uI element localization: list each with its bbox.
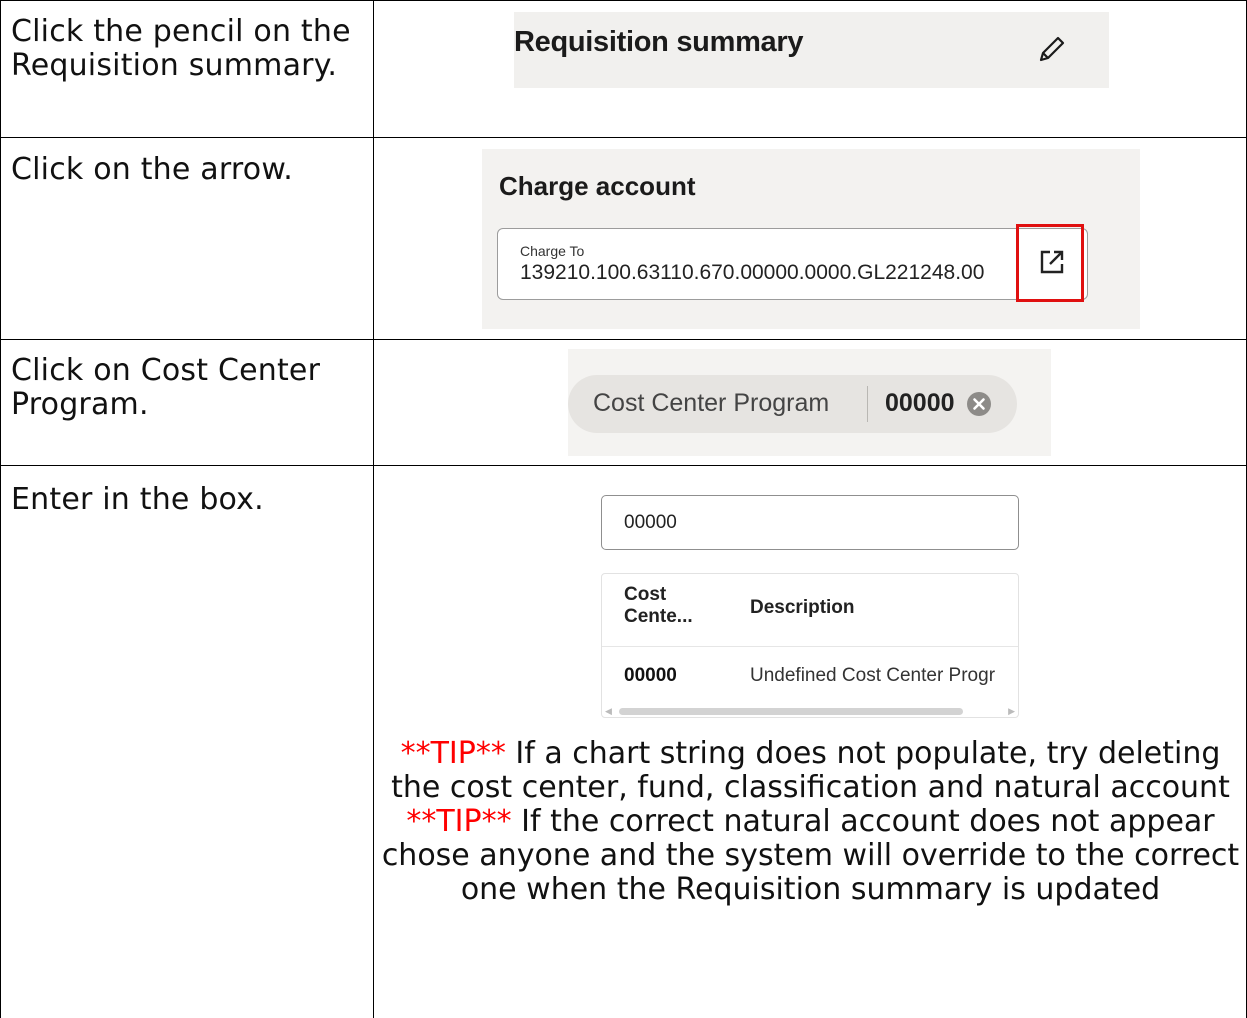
tip-1: **TIP** If a chart string does not popul… — [374, 737, 1247, 805]
cost-center-program-chip[interactable]: Cost Center Program 00000 — [568, 375, 1017, 433]
charge-to-field[interactable]: Charge To 139210.100.63110.670.00000.000… — [497, 228, 1088, 300]
tip-marker: **TIP** — [406, 804, 512, 839]
row-divider — [0, 465, 1247, 466]
scroll-left-icon[interactable]: ◀ — [605, 706, 612, 717]
chip-separator — [867, 386, 868, 422]
charge-to-value: 139210.100.63110.670.00000.0000.GL221248… — [520, 261, 985, 284]
result-description-cell[interactable]: Undefined Cost Center Progr — [750, 665, 995, 687]
chip-value: 00000 — [885, 389, 955, 417]
table-border-left — [0, 0, 1, 1018]
external-link-icon[interactable] — [1038, 248, 1066, 276]
header-divider — [602, 646, 1018, 647]
clear-icon[interactable] — [966, 391, 992, 417]
column-header-cost-center[interactable]: Cost Cente... — [624, 584, 714, 628]
tip-marker: **TIP** — [400, 736, 506, 771]
tips-block: **TIP** If a chart string does not popul… — [374, 737, 1247, 907]
step-instruction-1: Click the pencil on the Requisition summ… — [11, 14, 351, 83]
step-instruction-3: Click on Cost Center Program. — [11, 353, 321, 422]
scrollbar-thumb[interactable] — [619, 708, 963, 715]
search-input[interactable]: 00000 — [601, 495, 1019, 550]
charge-account-title: Charge account — [499, 171, 696, 201]
horizontal-scrollbar[interactable]: ◀ ▶ — [605, 706, 1015, 717]
scroll-right-icon[interactable]: ▶ — [1008, 706, 1015, 717]
requisition-summary-screenshot: Requisition summary — [514, 12, 1109, 88]
search-input-value: 00000 — [624, 512, 677, 533]
table-border-top — [0, 0, 1247, 1]
row-divider — [0, 137, 1247, 138]
charge-to-label: Charge To — [520, 243, 585, 259]
result-code-cell[interactable]: 00000 — [624, 665, 677, 687]
step-instruction-2: Click on the arrow. — [11, 152, 294, 187]
column-header-description[interactable]: Description — [750, 597, 855, 619]
pencil-icon[interactable] — [1035, 32, 1069, 66]
requisition-summary-title: Requisition summary — [514, 26, 804, 58]
results-table: Cost Cente... Description 00000 Undefine… — [601, 573, 1019, 718]
cost-center-screenshot: Cost Center Program 00000 — [568, 349, 1051, 456]
charge-account-screenshot: Charge account Charge To 139210.100.6311… — [482, 149, 1140, 329]
tip-text: If a chart string does not populate, try… — [391, 736, 1230, 805]
tip-2: **TIP** If the correct natural account d… — [374, 805, 1247, 907]
chip-label: Cost Center Program — [593, 389, 830, 417]
step-instruction-4: Enter in the box. — [11, 482, 264, 517]
arrow-highlight-box[interactable] — [1016, 224, 1084, 302]
row-divider — [0, 339, 1247, 340]
